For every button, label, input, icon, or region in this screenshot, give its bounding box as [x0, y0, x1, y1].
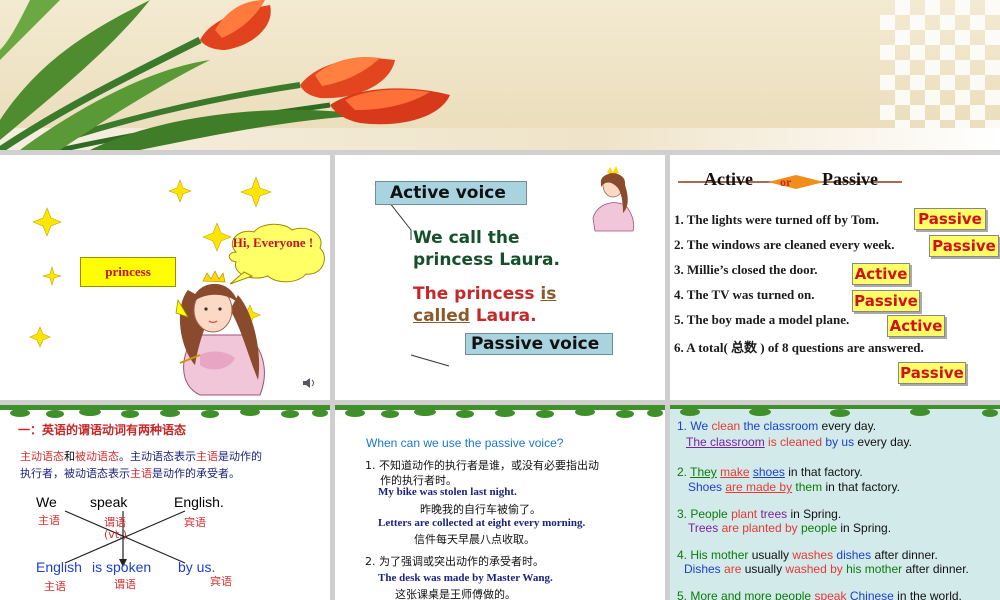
s6-line9: 5. More and more people speak Chinese in…	[677, 589, 962, 600]
passive-sentence-part1: The princess	[413, 284, 541, 304]
passive-sentence: The princess is called Laura.	[413, 283, 613, 327]
label-subject: 主语	[38, 514, 60, 527]
word-english: English.	[174, 494, 224, 510]
example3-english: The desk was made by Master Wang.	[378, 572, 553, 584]
s6-line5: 3. People plant trees in Spring.	[677, 507, 842, 521]
active-sentence-line2: princess Laura.	[413, 250, 560, 270]
question-item: 4. The TV was turned on.	[674, 287, 815, 302]
answer-badge: Passive	[914, 208, 986, 230]
point1-line1: 1. 不知道动作的执行者是谁，或没有必要指出动	[365, 459, 599, 472]
title-passive: Passive	[822, 169, 878, 189]
slide4-title: 一：英语的谓语动词有两种语态	[18, 423, 187, 437]
label-object: 宾语	[184, 516, 206, 529]
point2: 2. 为了强调或突出动作的承受者时。	[365, 555, 544, 568]
label-predicate-2: 谓语	[114, 578, 136, 591]
speech-cloud-text: Hi, Everyone !	[232, 235, 314, 250]
label-subject-2: 主语	[44, 580, 66, 593]
s6-line1: 1. We clean the classroom every day.	[677, 419, 877, 433]
princess-tag: princess	[80, 257, 176, 287]
label-vt: (vt.)	[104, 528, 127, 541]
example1-english: My bike was stolen last night.	[378, 486, 517, 498]
label-object-2: 宾语	[210, 575, 232, 588]
passive-verb-called: called	[413, 306, 470, 326]
example2-chinese: 信件每天早晨八点收取。	[414, 533, 535, 546]
passive-voice-label: Passive voice	[465, 333, 613, 355]
word-we: We	[36, 494, 57, 510]
answer-badge: Passive	[929, 235, 999, 257]
tulip-illustration	[0, 0, 450, 150]
passive-verb-is: is	[540, 284, 557, 304]
example1-chinese: 昨晚我的自行车被偷了。	[420, 503, 541, 516]
title-or: or	[780, 175, 792, 189]
title-active: Active	[704, 169, 753, 189]
s6-line4: Shoes are made by them in that factory.	[688, 480, 900, 494]
connector-lines	[374, 183, 450, 367]
passive-sentence-part2: Laura.	[469, 306, 537, 326]
princess-figure-small	[592, 166, 635, 232]
s6-line3: 2. They make shoes in that factory.	[677, 465, 863, 479]
question-item: 6. A total( 总数 ) of 8 questions are answ…	[674, 340, 924, 355]
leaf-border	[0, 405, 330, 418]
question-item: 5. The boy made a model plane.	[674, 312, 850, 327]
passive-usage-question: When can we use the passive voice?	[366, 436, 564, 450]
active-sentence: We call the princess Laura.	[413, 227, 613, 271]
s6-line2: The classroom is cleaned by us every day…	[686, 435, 912, 449]
s6-line8: Dishes are usually washed by his mother …	[684, 562, 969, 576]
princess-figure	[179, 270, 265, 396]
active-voice-label: Active voice	[375, 181, 527, 205]
s6-line6: Trees are planted by people in Spring.	[688, 521, 892, 535]
leaf-border	[335, 405, 665, 418]
answer-badge: Active	[852, 263, 910, 285]
s6-line7: 4. His mother usually washes dishes afte…	[677, 548, 938, 562]
answer-badge: Active	[887, 315, 945, 337]
speaker-icon[interactable]	[302, 377, 316, 389]
speech-cloud	[228, 223, 325, 285]
example2-english: Letters are collected at eight every mor…	[378, 517, 586, 529]
example3-chinese: 这张课桌是王师傅做的。	[395, 588, 516, 600]
word-speak: speak	[90, 494, 128, 510]
word-is-spoken: is spoken	[92, 559, 152, 575]
answer-badge: Passive	[852, 290, 920, 312]
question-item: 3. Millie’s closed the door.	[674, 262, 818, 277]
word-english-subject: English	[36, 559, 82, 575]
answer-badge: Passive	[898, 362, 966, 384]
slide3-title: Active or Passive	[670, 165, 1000, 193]
slide4-paragraph: 主动语态和被动语态。主动语态表示主语是动作的 执行者，被动语态表示主语是动作的承受…	[20, 450, 262, 480]
active-sentence-line1: We call the	[413, 228, 520, 248]
header-banner	[0, 0, 1000, 150]
